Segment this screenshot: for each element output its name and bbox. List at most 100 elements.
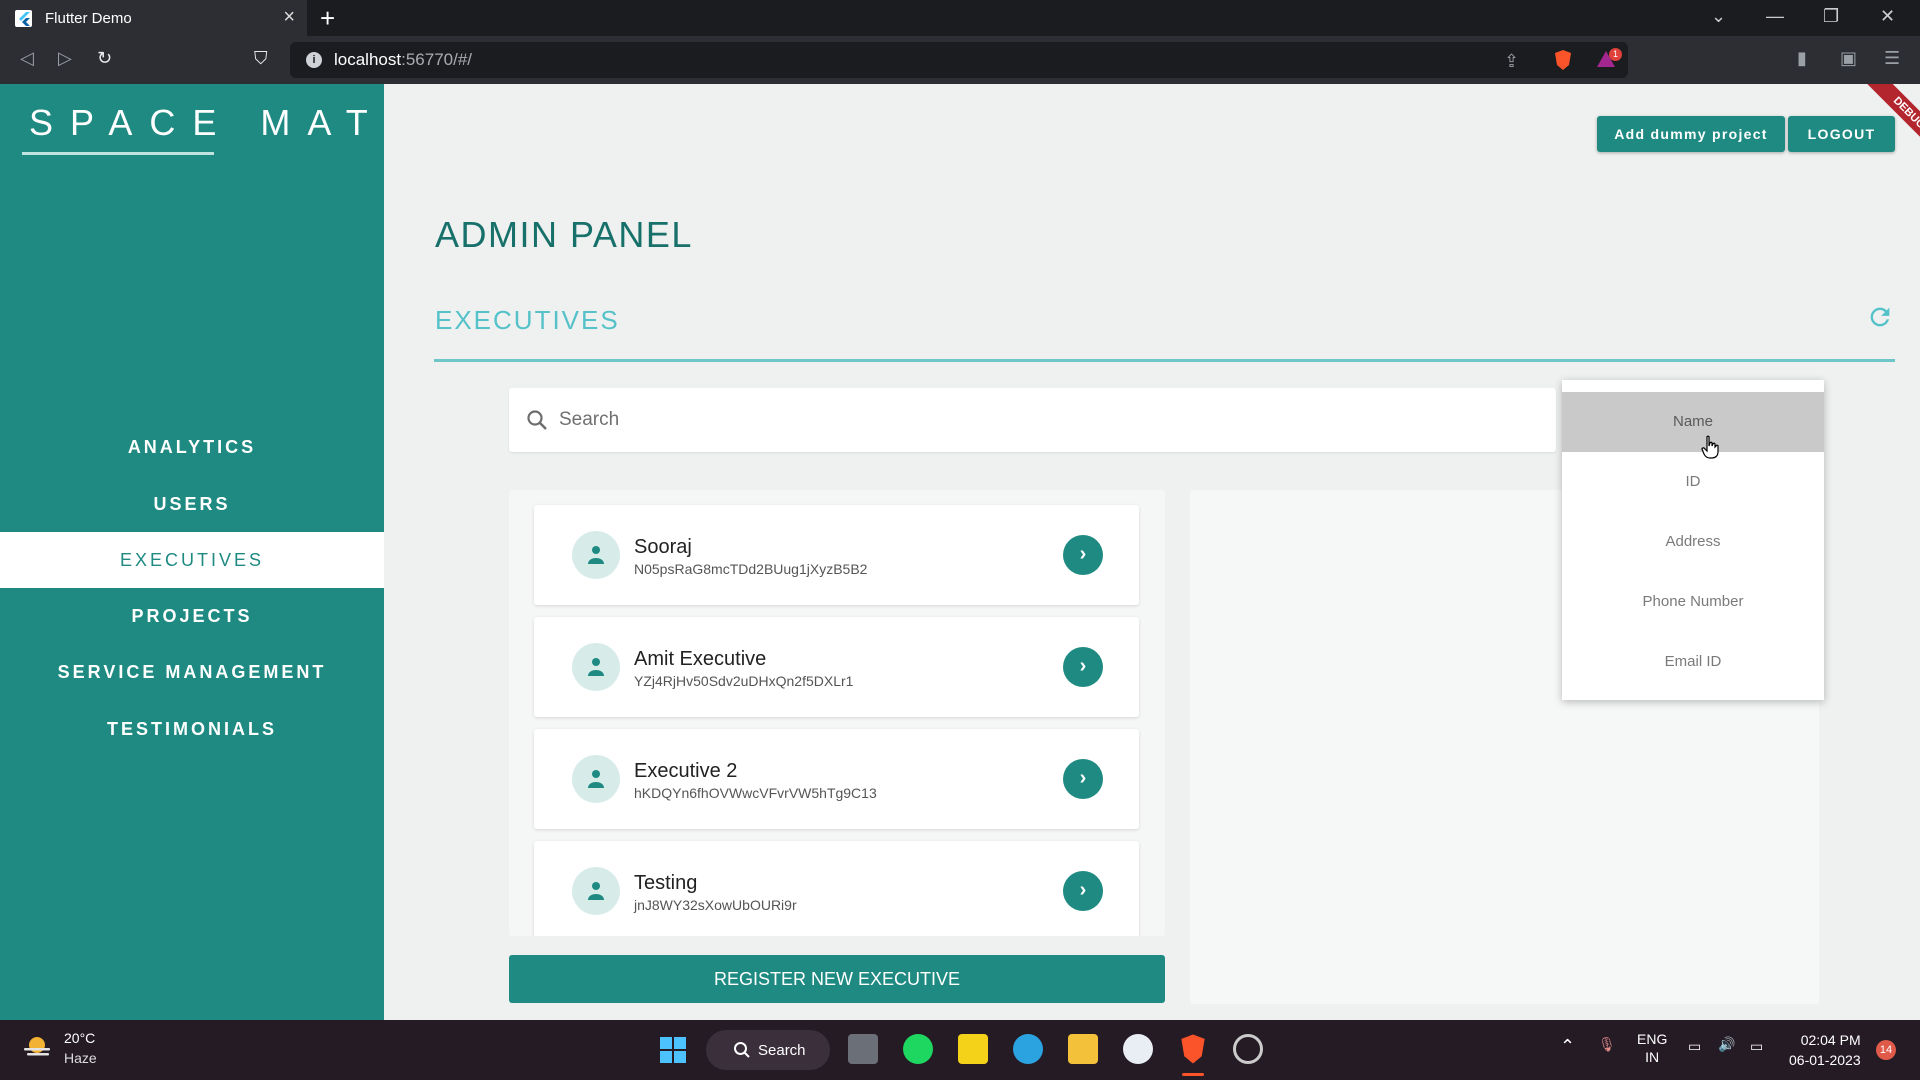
close-tab-icon[interactable]: × (283, 6, 295, 29)
browser-navbar: ◁ ▷ ↻ ⛉ i localhost:56770/#/ ⇪ 1 ▮ ▣ ☰ (0, 36, 1920, 84)
site-info-icon[interactable]: i (306, 52, 322, 68)
sidebar-item-testimonials[interactable]: TESTIMONIALS (0, 701, 384, 757)
executive-id: YZj4RjHv50Sdv2uDHxQn2f5DXLr1 (634, 673, 854, 689)
open-executive-button[interactable]: › (1063, 871, 1103, 911)
menu-icon[interactable]: ☰ (1884, 48, 1900, 69)
dropdown-option-email-id[interactable]: Email ID (1562, 632, 1824, 692)
address-bar[interactable]: i localhost:56770/#/ ⇪ (290, 42, 1628, 78)
taskbar-clock[interactable]: 02:04 PM 06-01-2023 (1789, 1030, 1861, 1070)
executive-name: Sooraj (634, 536, 692, 558)
sticky-notes-icon[interactable] (958, 1034, 988, 1064)
sidebar-item-service-management[interactable]: SERVICE MANAGEMENT (0, 644, 384, 700)
language-indicator[interactable]: ENG IN (1637, 1030, 1667, 1066)
sidebar-toggle-icon[interactable]: ▮ (1797, 48, 1807, 69)
browser-tabbar: Flutter Demo × + ⌄ — ❐ ✕ (0, 0, 1920, 36)
dropdown-option-name[interactable]: Name (1562, 392, 1824, 452)
avatar (572, 643, 620, 691)
sidebar-item-users[interactable]: USERS (0, 476, 384, 532)
sidebar: SPACE MATE ANALYTICS USERS EXECUTIVES PR… (0, 84, 409, 1020)
network-icon[interactable]: ▭ (1688, 1038, 1701, 1055)
dropdown-option-address[interactable]: Address (1562, 512, 1824, 572)
url-text: localhost:56770/#/ (334, 50, 473, 69)
avatar (572, 531, 620, 579)
dropdown-option-phone-number[interactable]: Phone Number (1562, 572, 1824, 632)
debug-banner: DEBUG (1844, 84, 1920, 160)
browser-tab[interactable]: Flutter Demo × (0, 0, 307, 36)
sidebar-item-projects[interactable]: PROJECTS (0, 588, 384, 644)
task-view-icon[interactable] (848, 1034, 878, 1064)
main-content: Add dummy project LOGOUT DEBUG ADMIN PAN… (384, 84, 1920, 1020)
telegram-icon[interactable] (1013, 1034, 1043, 1064)
executive-id: jnJ8WY32sXowUbOURi9r (634, 897, 797, 913)
restore-icon[interactable]: ❐ (1823, 6, 1839, 27)
open-executive-button[interactable]: › (1063, 647, 1103, 687)
notification-badge[interactable]: 14 (1876, 1040, 1896, 1060)
list-item[interactable]: Sooraj N05psRaG8mcTDd2BUug1jXyzB5B2 › (534, 505, 1139, 605)
search-field-dropdown: Name ID Address Phone Number Email ID (1562, 380, 1824, 700)
list-item[interactable]: Amit Executive YZj4RjHv50Sdv2uDHxQn2f5DX… (534, 617, 1139, 717)
minimize-icon[interactable]: — (1766, 6, 1784, 27)
volume-icon[interactable]: 🔊 (1718, 1036, 1735, 1053)
active-app-indicator (1182, 1073, 1204, 1076)
flutter-icon (15, 10, 32, 27)
battery-icon[interactable]: ▭ (1750, 1038, 1763, 1055)
hand-cursor-icon (1701, 435, 1719, 459)
add-dummy-project-button[interactable]: Add dummy project (1597, 116, 1785, 152)
taskbar-search[interactable]: Search (706, 1030, 830, 1070)
search-icon (734, 1042, 750, 1058)
dropdown-option-id[interactable]: ID (1562, 452, 1824, 512)
executive-name: Amit Executive (634, 648, 767, 670)
back-icon[interactable]: ◁ (20, 48, 34, 69)
person-icon (588, 546, 604, 564)
section-divider (434, 359, 1895, 362)
close-window-icon[interactable]: ✕ (1880, 6, 1895, 27)
windows-start-icon[interactable] (659, 1036, 687, 1064)
list-item[interactable]: Testing jnJ8WY32sXowUbOURi9r › (534, 841, 1139, 936)
list-item[interactable]: Executive 2 hKDQYn6fhOVWwcVFvrVW5hTg9C13… (534, 729, 1139, 829)
person-icon (588, 658, 604, 676)
brave-browser-icon[interactable] (1178, 1033, 1208, 1065)
sidebar-item-executives[interactable]: EXECUTIVES (0, 532, 384, 588)
rewards-badge: 1 (1609, 48, 1622, 61)
avatar (572, 755, 620, 803)
tab-title: Flutter Demo (45, 10, 132, 27)
file-explorer-icon[interactable] (1068, 1034, 1098, 1064)
sidebar-item-analytics[interactable]: ANALYTICS (0, 419, 384, 475)
open-executive-button[interactable]: › (1063, 535, 1103, 575)
taskbar: 20°C Haze Search ⌃ 🎙 ENG IN ▭ 🔊 ▭ 02:04 P… (0, 1020, 1920, 1080)
bookmark-icon[interactable]: ⛉ (254, 48, 268, 69)
executive-id: hKDQYn6fhOVWwcVFvrVW5hTg9C13 (634, 785, 877, 801)
wallet-icon[interactable]: ▣ (1840, 48, 1857, 69)
register-new-executive-button[interactable]: REGISTER NEW EXECUTIVE (509, 955, 1165, 1003)
brave-shield-icon[interactable] (1553, 49, 1573, 71)
new-tab-icon[interactable]: + (320, 3, 335, 34)
app-logo: SPACE MATE (29, 102, 426, 143)
haze-weather-icon (24, 1037, 50, 1056)
app-icon[interactable] (1123, 1034, 1153, 1064)
weather-temperature: 20°C (64, 1030, 96, 1046)
show-hidden-icons-chevron-icon[interactable]: ⌃ (1560, 1036, 1575, 1057)
section-title: EXECUTIVES (435, 305, 620, 335)
search-icon (527, 410, 547, 430)
avatar (572, 867, 620, 915)
person-icon (588, 882, 604, 900)
spotify-icon[interactable] (903, 1034, 933, 1064)
person-icon (588, 770, 604, 788)
share-icon[interactable]: ⇪ (1504, 51, 1519, 72)
executive-id: N05psRaG8mcTDd2BUug1jXyzB5B2 (634, 561, 868, 577)
logo-underline (22, 152, 214, 155)
reload-icon[interactable]: ↻ (97, 48, 112, 69)
search-placeholder: Search (559, 409, 620, 430)
page-title: ADMIN PANEL (435, 214, 693, 255)
forward-icon[interactable]: ▷ (58, 48, 72, 69)
taskbar-search-label: Search (758, 1042, 806, 1059)
weather-condition: Haze (64, 1050, 97, 1066)
refresh-icon[interactable] (1866, 303, 1894, 331)
executive-name: Executive 2 (634, 760, 738, 782)
search-input[interactable]: Search (509, 388, 1556, 452)
executive-name: Testing (634, 872, 698, 894)
obs-icon[interactable] (1233, 1034, 1263, 1064)
microphone-icon[interactable]: 🎙 (1598, 1036, 1616, 1053)
open-executive-button[interactable]: › (1063, 759, 1103, 799)
tab-search-chevron-icon[interactable]: ⌄ (1711, 6, 1726, 27)
